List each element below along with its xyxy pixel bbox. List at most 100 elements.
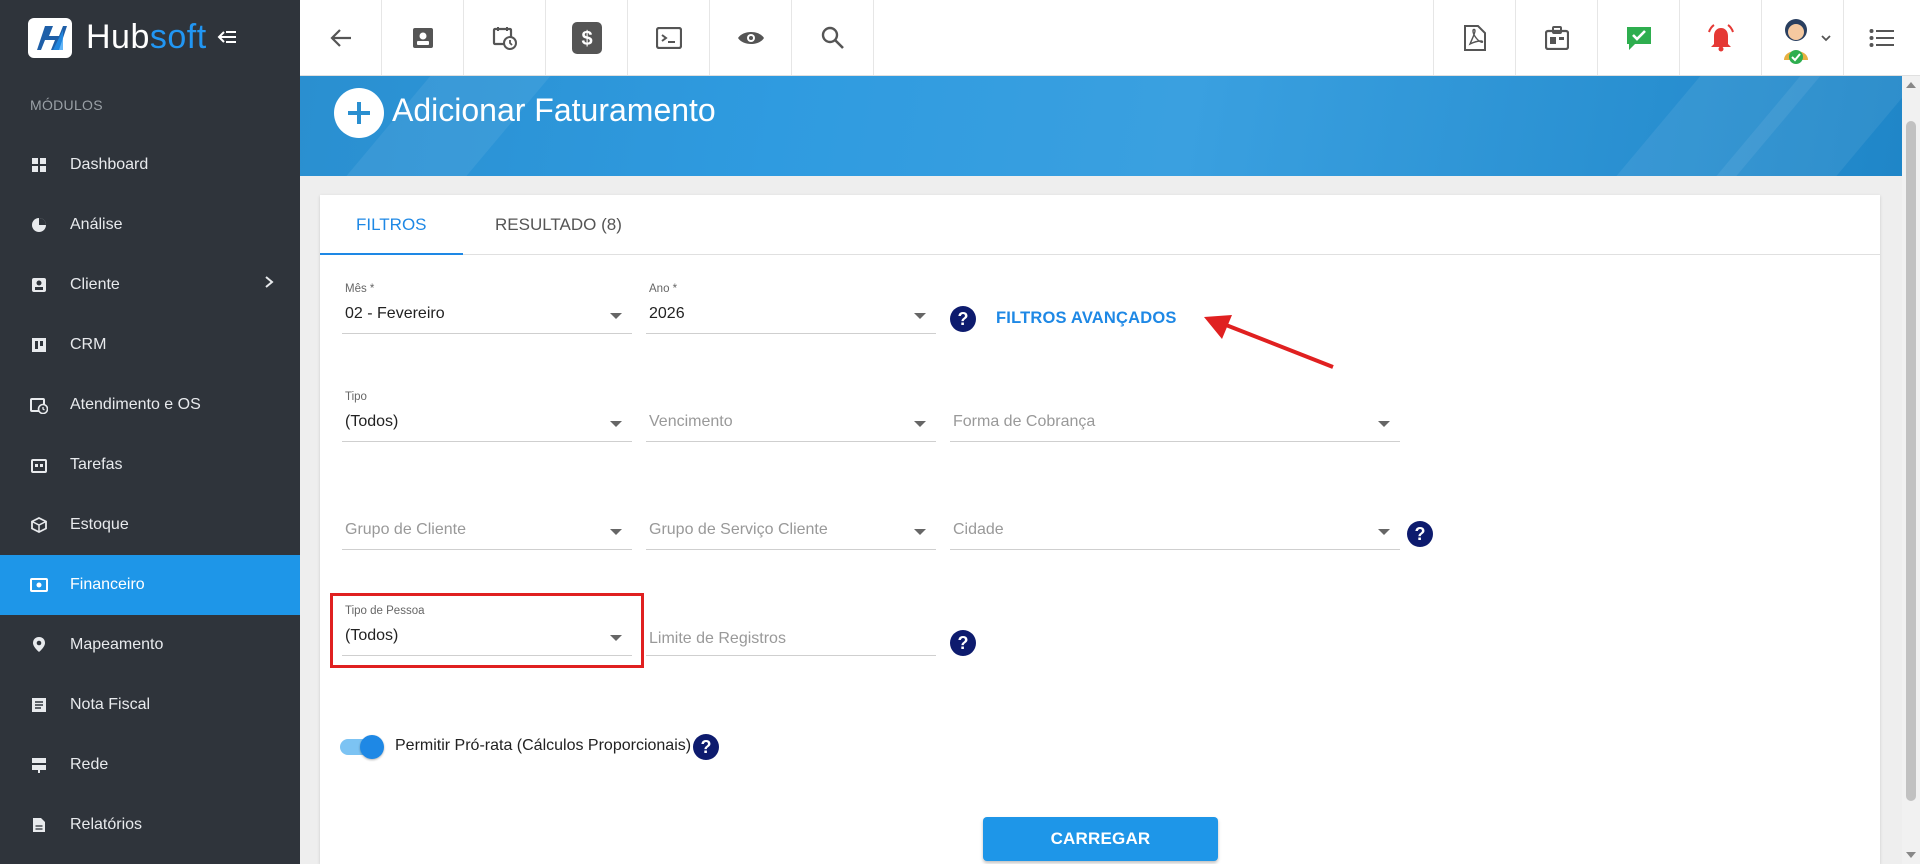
sidebar-item-label: Atendimento e OS [70,396,201,413]
caret-down-icon [610,313,622,319]
modules-section-label: MÓDULOS [30,97,103,113]
ano-value: 2026 [649,305,685,322]
sidebar-item-label: Mapeamento [70,636,164,653]
scroll-up-icon[interactable] [1906,82,1916,88]
sidebar-item-mapeamento[interactable]: Mapeamento [0,615,300,675]
eye-icon[interactable] [710,0,792,75]
back-arrow-icon[interactable] [300,0,382,75]
red-arrow-annotation [1204,315,1334,369]
box-icon [30,516,48,534]
help-icon[interactable]: ? [693,734,719,760]
sidebar-item-label: Financeiro [70,576,145,593]
money-icon [30,576,48,594]
caret-down-icon [914,529,926,535]
vencimento-select[interactable]: Vencimento [646,391,936,443]
sidebar-item-label: CRM [70,336,107,353]
collapse-sidebar-icon[interactable] [217,25,237,51]
calendar-icon [30,456,48,474]
sidebar-item-label: Nota Fiscal [70,696,151,713]
brand: Hubsoft [0,0,300,75]
dollar-icon[interactable]: $ [546,0,628,75]
caret-down-icon [1378,421,1390,427]
map-pin-icon [30,636,48,654]
page-scrollbar[interactable] [1902,76,1920,864]
vencimento-placeholder: Vencimento [649,413,733,430]
limite-registros-placeholder: Limite de Registros [649,630,786,647]
tipo-select[interactable]: Tipo (Todos) [342,391,632,443]
forma-cobranca-select[interactable]: Forma de Cobrança [950,391,1400,443]
grupo-servico-placeholder: Grupo de Serviço Cliente [649,521,828,538]
grupo-cliente-placeholder: Grupo de Cliente [345,521,466,538]
tab-bar: FILTROS RESULTADO (8) [320,195,1880,255]
limite-registros-input[interactable]: Limite de Registros [646,605,936,657]
dashboard-icon [30,156,48,174]
search-icon[interactable] [792,0,874,75]
calendar-clock-icon [30,396,48,414]
grupo-servico-select[interactable]: Grupo de Serviço Cliente [646,499,936,551]
mes-value: 02 - Fevereiro [345,305,445,322]
prorata-toggle[interactable] [340,735,384,759]
brand-name: Hubsoft [86,18,207,56]
forma-cobranca-placeholder: Forma de Cobrança [953,413,1096,430]
grupo-cliente-select[interactable]: Grupo de Cliente [342,499,632,551]
server-icon [30,756,48,774]
load-billing-button[interactable]: CARREGAR FATURAMENTO [983,817,1218,861]
add-circle-icon [334,88,384,138]
help-icon[interactable]: ? [1407,521,1433,547]
tab-filtros[interactable]: FILTROS [320,195,463,255]
tipo-pessoa-select[interactable]: Tipo de Pessoa (Todos) [342,605,632,657]
tab-resultado[interactable]: RESULTADO (8) [459,195,658,255]
avatar[interactable] [1761,0,1843,75]
sidebar-item-crm[interactable]: CRM [0,315,300,375]
contact-card-icon[interactable] [382,0,464,75]
sidebar-item-label: Análise [70,216,123,233]
sidebar-item-nota-fiscal[interactable]: Nota Fiscal [0,675,300,735]
scrollbar-thumb[interactable] [1906,121,1916,801]
list-menu-icon[interactable] [1843,0,1920,75]
chevron-right-icon [264,275,274,294]
kanban-icon [30,336,48,354]
sidebar-item-label: Rede [70,756,109,773]
sidebar-item-analise[interactable]: Análise [0,195,300,255]
mes-label: Mês * [345,283,375,295]
sidebar-item-cliente[interactable]: Cliente [0,255,300,315]
caret-down-icon [1378,529,1390,535]
terminal-icon[interactable] [628,0,710,75]
calendar-clock-icon[interactable] [464,0,546,75]
sidebar-item-dashboard[interactable]: Dashboard [0,135,300,195]
sidebar-item-label: Cliente [70,276,120,293]
mes-select[interactable]: Mês * 02 - Fevereiro [342,283,632,335]
sidebar-item-rede[interactable]: Rede [0,735,300,795]
pdf-icon[interactable] [1433,0,1515,75]
sidebar-item-atendimento[interactable]: Atendimento e OS [0,375,300,435]
alarm-bell-icon[interactable] [1679,0,1761,75]
sidebar-item-financeiro[interactable]: Financeiro [0,555,300,615]
caret-down-icon [914,313,926,319]
caret-down-icon [914,421,926,427]
contact-card-icon [30,276,48,294]
sidebar-item-relatorios[interactable]: Relatórios [0,795,300,855]
help-icon[interactable]: ? [950,630,976,656]
sidebar-item-label: Dashboard [70,156,149,173]
scroll-down-icon[interactable] [1906,852,1916,858]
help-icon[interactable]: ? [950,306,976,332]
tipo-value: (Todos) [345,413,399,430]
cidade-placeholder: Cidade [953,521,1004,538]
pie-chart-icon [30,216,48,234]
ano-label: Ano * [649,283,678,295]
advanced-filters-link[interactable]: FILTROS AVANÇADOS [996,309,1177,328]
calendar-badge-icon[interactable] [1515,0,1597,75]
topbar: $ [300,0,1920,76]
ano-select[interactable]: Ano * 2026 [646,283,936,335]
sidebar-item-estoque[interactable]: Estoque [0,495,300,555]
sidebar-item-label: Tarefas [70,456,123,473]
sidebar: Hubsoft MÓDULOS Dashboard Análise Client… [0,0,300,864]
cidade-select[interactable]: Cidade [950,499,1400,551]
document-lines-icon [30,696,48,714]
svg-text:$: $ [581,28,592,50]
tipo-pessoa-value: (Todos) [345,627,399,644]
sidebar-item-tarefas[interactable]: Tarefas [0,435,300,495]
caret-down-icon [610,529,622,535]
filters-card: FILTROS RESULTADO (8) Mês * 02 - Feverei… [320,195,1880,864]
chat-check-icon[interactable] [1597,0,1679,75]
